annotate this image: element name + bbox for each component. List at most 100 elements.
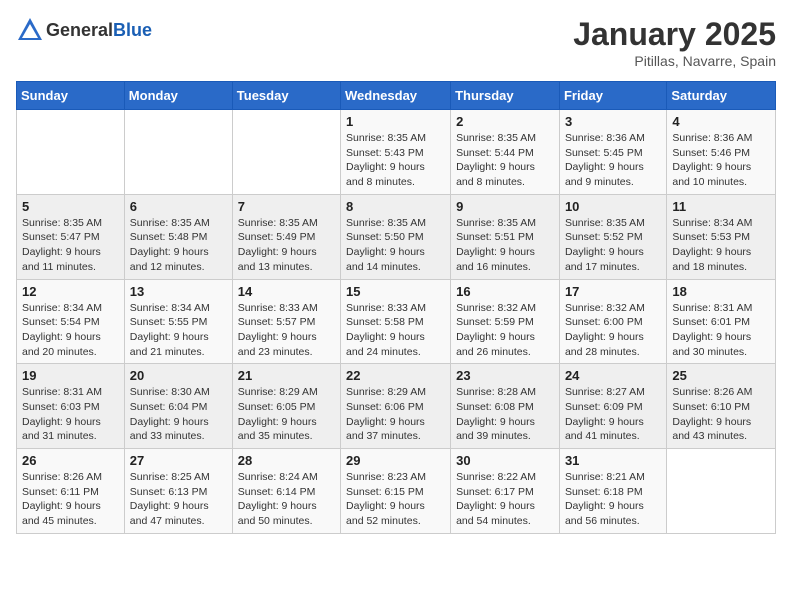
day-info: Sunrise: 8:31 AMSunset: 6:01 PMDaylight:… (672, 301, 770, 360)
calendar-cell: 28 Sunrise: 8:24 AMSunset: 6:14 PMDayligh… (232, 449, 340, 534)
day-number: 19 (22, 368, 119, 383)
day-info: Sunrise: 8:30 AMSunset: 6:04 PMDaylight:… (130, 385, 227, 444)
calendar-cell: 30 Sunrise: 8:22 AMSunset: 6:17 PMDayligh… (451, 449, 560, 534)
day-info: Sunrise: 8:35 AMSunset: 5:50 PMDaylight:… (346, 216, 445, 275)
calendar-cell: 10 Sunrise: 8:35 AMSunset: 5:52 PMDayligh… (559, 194, 666, 279)
day-number: 27 (130, 453, 227, 468)
calendar-week-row: 19Sunrise: 8:31 AMSunset: 6:03 PMDayligh… (17, 364, 776, 449)
calendar-cell: 21Sunrise: 8:29 AMSunset: 6:05 PMDayligh… (232, 364, 340, 449)
day-info: Sunrise: 8:27 AMSunset: 6:09 PMDaylight:… (565, 385, 661, 444)
calendar-cell: 1 Sunrise: 8:35 AMSunset: 5:43 PMDaylight… (341, 110, 451, 195)
day-number: 12 (22, 284, 119, 299)
day-info: Sunrise: 8:35 AMSunset: 5:43 PMDaylight:… (346, 131, 445, 190)
calendar-cell: 27 Sunrise: 8:25 AMSunset: 6:13 PMDayligh… (124, 449, 232, 534)
calendar-cell (17, 110, 125, 195)
day-number: 21 (238, 368, 335, 383)
weekday-header-sunday: Sunday (17, 82, 125, 110)
day-number: 13 (130, 284, 227, 299)
calendar-cell (667, 449, 776, 534)
day-number: 18 (672, 284, 770, 299)
calendar-cell: 14 Sunrise: 8:33 AMSunset: 5:57 PMDayligh… (232, 279, 340, 364)
day-number: 31 (565, 453, 661, 468)
calendar-table: SundayMondayTuesdayWednesdayThursdayFrid… (16, 81, 776, 534)
calendar-week-row: 12 Sunrise: 8:34 AMSunset: 5:54 PMDayligh… (17, 279, 776, 364)
day-info: Sunrise: 8:35 AMSunset: 5:47 PMDaylight:… (22, 216, 119, 275)
day-info: Sunrise: 8:35 AMSunset: 5:48 PMDaylight:… (130, 216, 227, 275)
day-info: Sunrise: 8:26 AMSunset: 6:11 PMDaylight:… (22, 470, 119, 529)
day-info: Sunrise: 8:36 AMSunset: 5:45 PMDaylight:… (565, 131, 661, 190)
calendar-cell: 20Sunrise: 8:30 AMSunset: 6:04 PMDayligh… (124, 364, 232, 449)
calendar-cell: 29 Sunrise: 8:23 AMSunset: 6:15 PMDayligh… (341, 449, 451, 534)
day-number: 11 (672, 199, 770, 214)
day-info: Sunrise: 8:24 AMSunset: 6:14 PMDaylight:… (238, 470, 335, 529)
calendar-cell: 6 Sunrise: 8:35 AMSunset: 5:48 PMDaylight… (124, 194, 232, 279)
day-info: Sunrise: 8:22 AMSunset: 6:17 PMDaylight:… (456, 470, 554, 529)
calendar-cell: 17Sunrise: 8:32 AMSunset: 6:00 PMDayligh… (559, 279, 666, 364)
day-info: Sunrise: 8:35 AMSunset: 5:52 PMDaylight:… (565, 216, 661, 275)
calendar-cell: 25Sunrise: 8:26 AMSunset: 6:10 PMDayligh… (667, 364, 776, 449)
weekday-header-friday: Friday (559, 82, 666, 110)
calendar-cell: 8 Sunrise: 8:35 AMSunset: 5:50 PMDaylight… (341, 194, 451, 279)
day-info: Sunrise: 8:34 AMSunset: 5:54 PMDaylight:… (22, 301, 119, 360)
day-number: 1 (346, 114, 445, 129)
logo-text-general: General (46, 20, 113, 40)
weekday-header-row: SundayMondayTuesdayWednesdayThursdayFrid… (17, 82, 776, 110)
day-info: Sunrise: 8:26 AMSunset: 6:10 PMDaylight:… (672, 385, 770, 444)
day-number: 7 (238, 199, 335, 214)
location-title: Pitillas, Navarre, Spain (573, 53, 776, 69)
calendar-week-row: 5 Sunrise: 8:35 AMSunset: 5:47 PMDaylight… (17, 194, 776, 279)
day-number: 5 (22, 199, 119, 214)
calendar-cell: 3 Sunrise: 8:36 AMSunset: 5:45 PMDaylight… (559, 110, 666, 195)
day-number: 14 (238, 284, 335, 299)
calendar-cell: 31 Sunrise: 8:21 AMSunset: 6:18 PMDayligh… (559, 449, 666, 534)
day-number: 6 (130, 199, 227, 214)
day-info: Sunrise: 8:29 AMSunset: 6:06 PMDaylight:… (346, 385, 445, 444)
calendar-cell: 13Sunrise: 8:34 AMSunset: 5:55 PMDayligh… (124, 279, 232, 364)
calendar-cell (124, 110, 232, 195)
day-number: 24 (565, 368, 661, 383)
day-number: 9 (456, 199, 554, 214)
header: GeneralBlue January 2025 Pitillas, Navar… (16, 16, 776, 69)
day-number: 15 (346, 284, 445, 299)
calendar-week-row: 1 Sunrise: 8:35 AMSunset: 5:43 PMDaylight… (17, 110, 776, 195)
day-number: 8 (346, 199, 445, 214)
day-number: 28 (238, 453, 335, 468)
calendar-cell: 9 Sunrise: 8:35 AMSunset: 5:51 PMDaylight… (451, 194, 560, 279)
day-number: 30 (456, 453, 554, 468)
calendar-cell: 22 Sunrise: 8:29 AMSunset: 6:06 PMDayligh… (341, 364, 451, 449)
weekday-header-saturday: Saturday (667, 82, 776, 110)
day-info: Sunrise: 8:36 AMSunset: 5:46 PMDaylight:… (672, 131, 770, 190)
day-info: Sunrise: 8:28 AMSunset: 6:08 PMDaylight:… (456, 385, 554, 444)
day-info: Sunrise: 8:25 AMSunset: 6:13 PMDaylight:… (130, 470, 227, 529)
day-info: Sunrise: 8:33 AMSunset: 5:57 PMDaylight:… (238, 301, 335, 360)
month-title: January 2025 (573, 16, 776, 53)
day-number: 3 (565, 114, 661, 129)
day-info: Sunrise: 8:35 AMSunset: 5:49 PMDaylight:… (238, 216, 335, 275)
calendar-cell: 23Sunrise: 8:28 AMSunset: 6:08 PMDayligh… (451, 364, 560, 449)
day-number: 2 (456, 114, 554, 129)
calendar-cell: 5 Sunrise: 8:35 AMSunset: 5:47 PMDaylight… (17, 194, 125, 279)
day-info: Sunrise: 8:23 AMSunset: 6:15 PMDaylight:… (346, 470, 445, 529)
day-number: 22 (346, 368, 445, 383)
day-info: Sunrise: 8:33 AMSunset: 5:58 PMDaylight:… (346, 301, 445, 360)
calendar-cell: 2 Sunrise: 8:35 AMSunset: 5:44 PMDaylight… (451, 110, 560, 195)
weekday-header-tuesday: Tuesday (232, 82, 340, 110)
day-number: 10 (565, 199, 661, 214)
calendar-week-row: 26Sunrise: 8:26 AMSunset: 6:11 PMDayligh… (17, 449, 776, 534)
calendar-cell: 26Sunrise: 8:26 AMSunset: 6:11 PMDayligh… (17, 449, 125, 534)
weekday-header-wednesday: Wednesday (341, 82, 451, 110)
weekday-header-thursday: Thursday (451, 82, 560, 110)
day-info: Sunrise: 8:35 AMSunset: 5:44 PMDaylight:… (456, 131, 554, 190)
calendar-cell: 16Sunrise: 8:32 AMSunset: 5:59 PMDayligh… (451, 279, 560, 364)
calendar-cell: 19Sunrise: 8:31 AMSunset: 6:03 PMDayligh… (17, 364, 125, 449)
weekday-header-monday: Monday (124, 82, 232, 110)
calendar-cell (232, 110, 340, 195)
day-number: 16 (456, 284, 554, 299)
day-number: 29 (346, 453, 445, 468)
day-info: Sunrise: 8:35 AMSunset: 5:51 PMDaylight:… (456, 216, 554, 275)
calendar-cell: 12 Sunrise: 8:34 AMSunset: 5:54 PMDayligh… (17, 279, 125, 364)
day-info: Sunrise: 8:32 AMSunset: 6:00 PMDaylight:… (565, 301, 661, 360)
day-info: Sunrise: 8:21 AMSunset: 6:18 PMDaylight:… (565, 470, 661, 529)
logo: GeneralBlue (16, 16, 152, 44)
calendar-cell: 18 Sunrise: 8:31 AMSunset: 6:01 PMDayligh… (667, 279, 776, 364)
